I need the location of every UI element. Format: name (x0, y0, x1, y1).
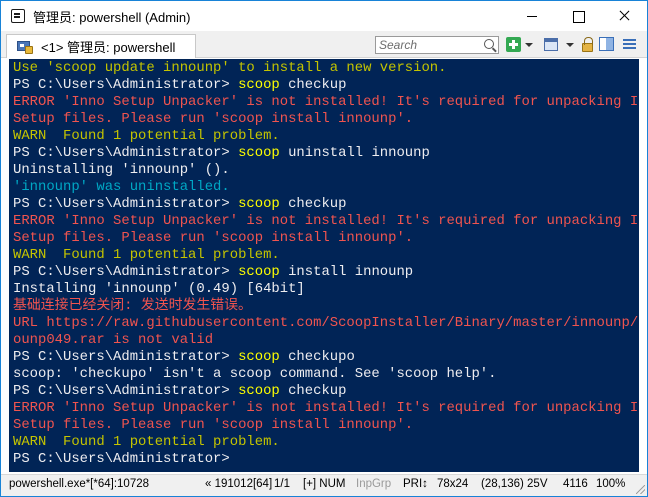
console-text: Use 'scoop update innounp' to install a … (13, 60, 639, 468)
console-line: ounp049.rar is not valid (13, 332, 639, 349)
console-line: WARN Found 1 potential problem. (13, 434, 639, 451)
status-bar: powershell.exe*[*64]:10728 « 191012[64] … (1, 474, 647, 496)
console-segment: PS C:\Users\Administrator> (13, 264, 239, 280)
console-line: Use 'scoop update innounp' to install a … (13, 60, 639, 77)
title-bar[interactable]: 管理员: powershell (Admin) (1, 1, 647, 31)
status-build[interactable]: « 191012[64] (205, 478, 272, 490)
console-line: scoop: 'checkupo' isn't a scoop command.… (13, 366, 639, 383)
console-line: Installing 'innounp' (0.49) [64bit] (13, 281, 639, 298)
console-segment: checkupo (279, 349, 355, 365)
status-flags[interactable]: [+] NUM (303, 478, 346, 490)
window-icon[interactable] (544, 38, 558, 51)
status-process[interactable]: powershell.exe*[*64]:10728 (9, 478, 149, 490)
console-segment: WARN Found 1 potential problem. (13, 128, 280, 144)
console-line: Setup files. Please run 'scoop install i… (13, 230, 639, 247)
console-segment: PS C:\Users\Administrator> (13, 196, 239, 212)
console-segment: Use 'scoop update innounp' to install a … (13, 60, 447, 76)
status-zoom[interactable]: 100% (596, 478, 625, 490)
console-segment: scoop (238, 145, 280, 161)
console-line: ERROR 'Inno Setup Unpacker' is not insta… (13, 213, 639, 230)
console-line: ERROR 'Inno Setup Unpacker' is not insta… (13, 94, 639, 111)
console-segment: ounp049.rar is not valid (13, 332, 214, 348)
console-segment: scoop (238, 196, 280, 212)
menu-icon[interactable] (623, 39, 636, 50)
console-segment: PS C:\Users\Administrator> (13, 451, 239, 467)
console-segment: checkup (279, 77, 347, 93)
console-line: PS C:\Users\Administrator> scoop install… (13, 264, 639, 281)
console-line: WARN Found 1 potential problem. (13, 128, 639, 145)
chevron-down-icon[interactable] (566, 43, 574, 47)
console-segment: PS C:\Users\Administrator> (13, 383, 239, 399)
console-segment: Setup files. Please run 'scoop install i… (13, 111, 414, 127)
console-line: URL https://raw.githubusercontent.com/Sc… (13, 315, 639, 332)
split-icon[interactable] (599, 37, 614, 51)
search-input[interactable]: Search (375, 36, 499, 54)
console-line: Setup files. Please run 'scoop install i… (13, 111, 639, 128)
maximize-icon[interactable] (555, 1, 601, 31)
status-inpgrp[interactable]: InpGrp (356, 478, 391, 490)
console-segment: scoop: 'checkupo' isn't a scoop command.… (13, 366, 497, 382)
console-segment: ERROR 'Inno Setup Unpacker' is not insta… (13, 213, 639, 229)
console-segment: PS C:\Users\Administrator> (13, 145, 239, 161)
console-segment: scoop (238, 383, 280, 399)
console-line: ERROR 'Inno Setup Unpacker' is not insta… (13, 400, 639, 417)
console-segment: WARN Found 1 potential problem. (13, 434, 280, 450)
console-segment: install innounp (279, 264, 414, 280)
console-segment: PS C:\Users\Administrator> (13, 77, 239, 93)
console-segment: ERROR 'Inno Setup Unpacker' is not insta… (13, 400, 639, 416)
console-line: WARN Found 1 potential problem. (13, 247, 639, 264)
status-cursor[interactable]: (28,136) 25V (481, 478, 548, 490)
console-segment: checkup (279, 383, 347, 399)
minimize-icon[interactable] (509, 1, 555, 31)
console-segment: Setup files. Please run 'scoop install i… (13, 417, 414, 433)
console-segment: scoop (238, 77, 280, 93)
console-line: PS C:\Users\Administrator> scoop checkup (13, 77, 639, 94)
tab-console-1[interactable]: <1> 管理员: powershell (6, 34, 196, 58)
window-controls (509, 1, 647, 31)
search-icon[interactable] (484, 39, 494, 49)
console-line: 'innounp' was uninstalled. (13, 179, 639, 196)
console-window: 管理员: powershell (Admin) <1> 管理员: powersh… (0, 0, 648, 497)
console-segment: Uninstalling 'innounp' (). (13, 162, 230, 178)
status-console-position[interactable]: 1/1 (274, 478, 290, 490)
console-segment: uninstall innounp (279, 145, 430, 161)
console-segment: scoop (238, 349, 280, 365)
console-line: Setup files. Please run 'scoop install i… (13, 417, 639, 434)
console-line: 基础连接已经关闭: 发送时发生错误。 (13, 298, 639, 315)
console-segment: 基础连接已经关闭: 发送时发生错误。 (13, 298, 252, 314)
window-title: 管理员: powershell (Admin) (33, 9, 191, 25)
status-size[interactable]: 78x24 (437, 478, 468, 490)
tab-label: <1> 管理员: powershell (41, 40, 176, 55)
console-segment: checkup (279, 196, 347, 212)
admin-console-icon (17, 40, 33, 54)
console-line: PS C:\Users\Administrator> scoop checkup (13, 383, 639, 400)
lock-icon[interactable] (582, 37, 593, 52)
console-line: PS C:\Users\Administrator> scoop checkup (13, 196, 639, 213)
console-line: Uninstalling 'innounp' (). (13, 162, 639, 179)
status-pid[interactable]: 4116 (563, 478, 588, 490)
search-placeholder: Search (379, 38, 418, 52)
console-app-icon[interactable] (11, 9, 25, 23)
console-segment: scoop (238, 264, 280, 280)
resize-grip-icon[interactable] (636, 485, 645, 494)
chevron-down-icon[interactable] (525, 43, 533, 47)
console-segment: 'innounp' was uninstalled. (13, 179, 230, 195)
console-output[interactable]: Use 'scoop update innounp' to install a … (9, 59, 639, 472)
console-segment: ERROR 'Inno Setup Unpacker' is not insta… (13, 94, 639, 110)
console-segment: URL https://raw.githubusercontent.com/Sc… (13, 315, 639, 331)
console-segment: PS C:\Users\Administrator> (13, 349, 239, 365)
console-line: PS C:\Users\Administrator> (13, 451, 639, 468)
console-line: PS C:\Users\Administrator> scoop uninsta… (13, 145, 639, 162)
console-segment: Installing 'innounp' (0.49) [64bit] (13, 281, 305, 297)
status-priority[interactable]: PRI↕ (403, 478, 428, 490)
close-icon[interactable] (601, 1, 647, 31)
console-line: PS C:\Users\Administrator> scoop checkup… (13, 349, 639, 366)
plus-icon[interactable] (506, 37, 521, 52)
console-segment: Setup files. Please run 'scoop install i… (13, 230, 414, 246)
console-segment: WARN Found 1 potential problem. (13, 247, 280, 263)
